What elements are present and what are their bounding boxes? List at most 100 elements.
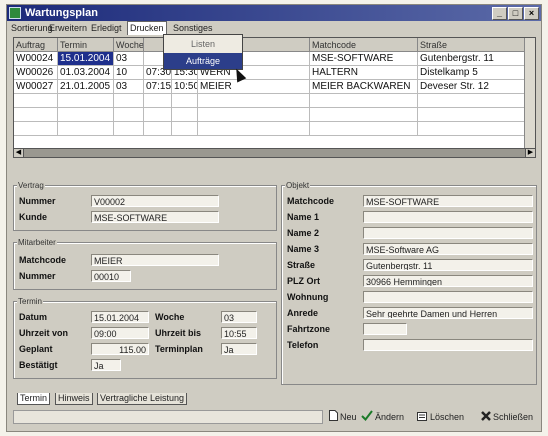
terminplan-field[interactable]: Ja [221,343,257,355]
table-cell[interactable] [198,122,310,136]
table-cell[interactable]: 03 [114,52,144,66]
table-cell[interactable] [198,94,310,108]
column-header-woche[interactable]: Woche [114,38,144,52]
table-cell[interactable] [172,122,198,136]
woche-label: Woche [155,312,185,322]
table-cell[interactable] [114,94,144,108]
geplant-field[interactable]: 115.00 [91,343,149,355]
print-dropdown-menu: Listen Aufträge [163,34,243,70]
table-cell[interactable] [198,108,310,122]
table-vertical-scrollbar[interactable] [524,38,535,148]
table-cell[interactable]: MEIER BACKWAREN [310,80,418,94]
maximize-icon[interactable]: □ [508,7,523,20]
table-cell[interactable]: MSE-SOFTWARE [310,52,418,66]
table-cell[interactable] [172,108,198,122]
table-cell[interactable]: 01.03.2004 [58,66,114,80]
neu-button[interactable]: Neu [329,410,357,424]
mitarbeiter-group [13,242,277,290]
datum-field[interactable]: 15.01.2004 [91,311,149,323]
mitarbeiter-nummer-field[interactable]: 00010 [91,270,131,282]
wohnung-field[interactable] [363,291,533,303]
aendern-button[interactable]: Ändern [361,410,404,424]
telefon-field[interactable] [363,339,533,351]
scroll-right-icon[interactable]: ▶ [525,149,535,157]
table-cell[interactable]: 03 [114,80,144,94]
menu-sonstiges[interactable]: Sonstiges [173,21,213,35]
table-cell-selected[interactable]: 15.01.2004 [58,52,114,66]
table-cell[interactable] [418,122,526,136]
table-cell[interactable]: Distelkamp 5 [418,66,526,80]
plz-ort-field[interactable]: 30966 Hemmingen [363,275,533,287]
table-cell[interactable] [58,122,114,136]
table-cell[interactable] [310,108,418,122]
table-cell[interactable] [114,122,144,136]
tab-vertragliche-leistung[interactable]: Vertragliche Leistung [97,393,188,405]
close-icon[interactable]: × [524,7,539,20]
table-cell[interactable]: 10 [114,66,144,80]
tab-hinweis[interactable]: Hinweis [55,393,93,405]
table-cell[interactable]: 21.01.2005 [58,80,114,94]
table-cell[interactable]: 07:15 [144,80,172,94]
table-cell[interactable]: W00027 [14,80,58,94]
column-header-termin[interactable]: Termin [58,38,114,52]
menu-erledigt[interactable]: Erledigt [91,21,122,35]
table-cell[interactable]: Gutenbergstr. 11 [418,52,526,66]
column-header-strasse[interactable]: Straße [418,38,526,52]
menu-drucken[interactable]: Drucken [127,21,167,35]
scroll-left-icon[interactable]: ◀ [14,149,24,157]
vertrag-nummer-label: Nummer [19,196,56,206]
table-cell[interactable]: HALTERN [310,66,418,80]
table-cell[interactable] [144,94,172,108]
table-cell[interactable] [310,94,418,108]
strasse-label: Straße [287,260,316,270]
name2-field[interactable] [363,227,533,239]
table-cell[interactable] [14,108,58,122]
strasse-field[interactable]: Gutenbergstr. 11 [363,259,533,271]
table-cell[interactable] [172,94,198,108]
app-icon [9,7,21,19]
uhrzeit-bis-field[interactable]: 10:55 [221,327,257,339]
bestaetigt-field[interactable]: Ja [91,359,121,371]
table-cell[interactable]: MEIER [198,80,310,94]
table-cell[interactable] [144,122,172,136]
column-header-matchcode[interactable]: Matchcode [310,38,418,52]
minimize-icon[interactable]: _ [492,7,507,20]
vertrag-nummer-field[interactable]: V00002 [91,195,219,207]
woche-field[interactable]: 03 [221,311,257,323]
mitarbeiter-matchcode-field[interactable]: MEIER [91,254,219,266]
table-horizontal-scrollbar[interactable]: ◀ ▶ [13,148,536,158]
menu-item-listen[interactable]: Listen [164,36,242,52]
name1-field[interactable] [363,211,533,223]
table-cell[interactable] [14,122,58,136]
loeschen-button[interactable]: Löschen [417,410,464,424]
mitarbeiter-matchcode-label: Matchcode [19,255,67,265]
menu-erweitern[interactable]: Erweitern [49,21,87,35]
objekt-matchcode-field[interactable]: MSE-SOFTWARE [363,195,533,207]
table-cell[interactable] [144,108,172,122]
table-cell[interactable]: Deveser Str. 12 [418,80,526,94]
uhrzeit-von-field[interactable]: 09:00 [91,327,149,339]
table-cell[interactable] [418,108,526,122]
uhrzeit-von-label: Uhrzeit von [19,328,69,338]
close-x-icon [481,410,491,425]
table-cell[interactable] [14,94,58,108]
menu-item-auftraege[interactable]: Aufträge [164,53,242,69]
table-cell[interactable]: W00024 [14,52,58,66]
table-cell[interactable]: 10:50 [172,80,198,94]
table-cell[interactable] [310,122,418,136]
schliessen-button[interactable]: Schließen [481,410,533,424]
fahrtzone-field[interactable] [363,323,407,335]
table-cell[interactable]: W00026 [14,66,58,80]
column-header-auftrag[interactable]: Auftrag [14,38,58,52]
kunde-field[interactable]: MSE-SOFTWARE [91,211,219,223]
menu-sortierung[interactable]: Sortierung [11,21,53,35]
tab-termin[interactable]: Termin [17,393,51,405]
table-cell[interactable] [114,108,144,122]
name3-field[interactable]: MSE-Software AG [363,243,533,255]
table-cell[interactable] [58,108,114,122]
anrede-field[interactable]: Sehr geehrte Damen und Herren [363,307,533,319]
table-cell[interactable] [418,94,526,108]
aendern-label: Ändern [375,412,405,422]
anrede-label: Anrede [287,308,319,318]
table-cell[interactable] [58,94,114,108]
